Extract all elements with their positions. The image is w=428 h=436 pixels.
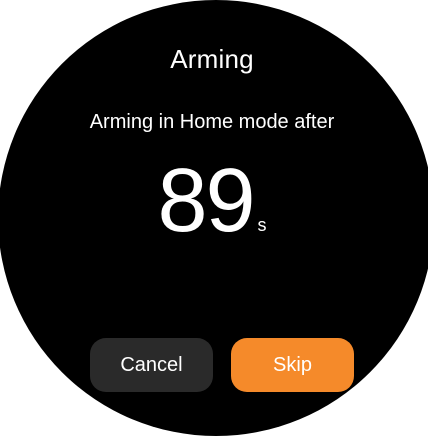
- countdown-timer: 89 s: [0, 156, 426, 246]
- cancel-button-label: Cancel: [120, 353, 183, 376]
- watch-face: Arming Arming in Home mode after 89 s Can…: [0, 0, 428, 436]
- cancel-button[interactable]: Cancel: [90, 338, 213, 392]
- skip-button-label: Skip: [273, 353, 312, 376]
- screen: Arming Arming in Home mode after 89 s Can…: [0, 0, 428, 436]
- skip-button[interactable]: Skip: [231, 338, 354, 392]
- countdown-value: 89: [157, 151, 255, 251]
- countdown-unit: s: [257, 215, 267, 235]
- screen-title: Arming: [170, 44, 254, 74]
- arming-message: Arming in Home mode after: [89, 111, 335, 133]
